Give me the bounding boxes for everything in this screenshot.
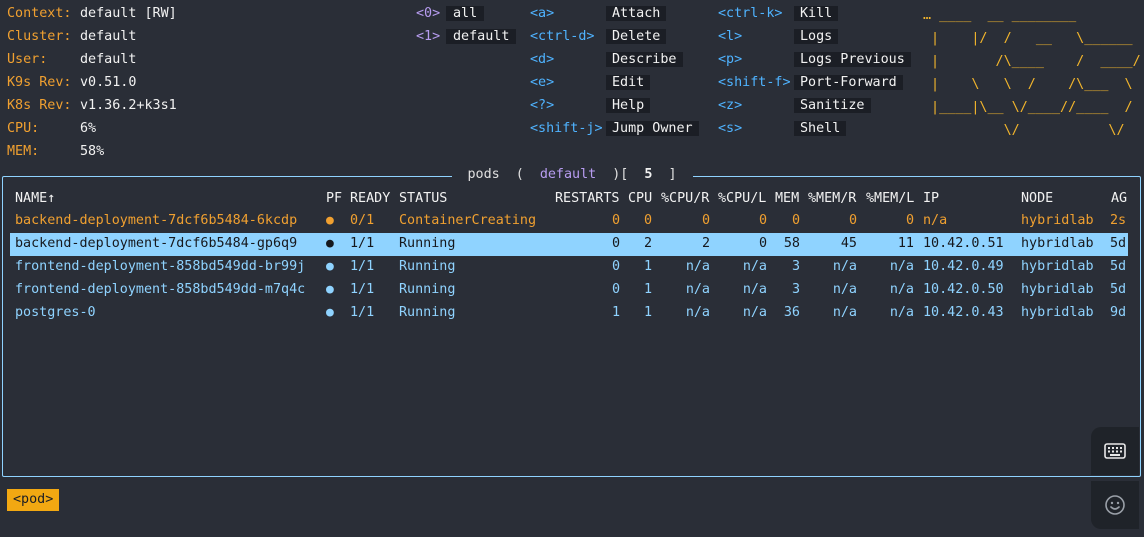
- col-ready[interactable]: READY: [350, 191, 390, 207]
- col-node[interactable]: NODE: [1021, 191, 1053, 207]
- col-pf[interactable]: PF: [326, 191, 342, 207]
- shortcut-kill[interactable]: <ctrl-k> Kill: [718, 4, 839, 24]
- table-row[interactable]: frontend-deployment-858bd549dd-m7q4c ● 1…: [10, 279, 1128, 302]
- shortcut-port-forward[interactable]: <shift-f> Port-Forward: [718, 73, 903, 93]
- smiley-icon: [1105, 495, 1125, 515]
- shortcut-help[interactable]: <?> Help: [530, 96, 651, 116]
- shortcut-logs-previous[interactable]: <p> Logs Previous: [718, 50, 911, 70]
- col-cpu-r[interactable]: %CPU/R: [661, 191, 709, 207]
- bottom-edge: [0, 531, 1144, 537]
- table-row-selected[interactable]: backend-deployment-7dcf6b5484-gp6q9 ● 1/…: [10, 233, 1128, 256]
- col-cpu[interactable]: CPU: [628, 191, 652, 207]
- keyboard-icon: [1104, 443, 1126, 459]
- shortcut-sanitize[interactable]: <z> Sanitize: [718, 96, 871, 116]
- col-cpu-l[interactable]: %CPU/L: [718, 191, 766, 207]
- info-cpu: CPU: 6%: [7, 121, 97, 136]
- shortcut-jump-owner[interactable]: <shift-j> Jump Owner: [530, 119, 699, 139]
- emoji-button[interactable]: [1091, 481, 1139, 529]
- col-restarts[interactable]: RESTARTS: [555, 191, 620, 207]
- shortcut-logs[interactable]: <l> Logs: [718, 27, 839, 47]
- namespace-default[interactable]: <1> default: [416, 27, 517, 47]
- col-age[interactable]: AG: [1111, 191, 1127, 207]
- info-cluster: Cluster: default: [7, 29, 137, 44]
- k9s-logo: … ____ __ ________ | |/ / __ \______ | /…: [923, 8, 1141, 138]
- namespace-all[interactable]: <0> all: [416, 4, 485, 24]
- shortcut-shell[interactable]: <s> Shell: [718, 119, 847, 139]
- col-mem-r[interactable]: %MEM/R: [808, 191, 856, 207]
- col-ip[interactable]: IP: [923, 191, 939, 207]
- col-mem[interactable]: MEM: [775, 191, 799, 207]
- info-k9s-rev: K9s Rev: v0.51.0: [7, 75, 137, 90]
- shortcut-delete[interactable]: <ctrl-d> Delete: [530, 27, 667, 47]
- shortcut-attach[interactable]: <a> Attach: [530, 4, 667, 24]
- shortcut-describe[interactable]: <d> Describe: [530, 50, 683, 70]
- info-context: Context: default [RW]: [7, 6, 177, 21]
- breadcrumb-pod[interactable]: <pod>: [7, 489, 60, 511]
- table-row[interactable]: frontend-deployment-858bd549dd-br99j ● 1…: [10, 256, 1128, 279]
- info-k8s-rev: K8s Rev: v1.36.2+k3s1: [7, 98, 177, 113]
- shortcut-edit[interactable]: <e> Edit: [530, 73, 651, 93]
- col-mem-l[interactable]: %MEM/L: [866, 191, 914, 207]
- keyboard-button[interactable]: [1091, 427, 1139, 475]
- table-row[interactable]: postgres-0 ● 1/1 Running 1 1 n/a n/a 36 …: [10, 302, 1128, 325]
- col-status[interactable]: STATUS: [399, 191, 447, 207]
- table-row[interactable]: backend-deployment-7dcf6b5484-6kcdp ● 0/…: [10, 210, 1128, 233]
- info-mem: MEM: 58%: [7, 144, 105, 159]
- col-name[interactable]: NAME↑: [15, 191, 55, 207]
- info-user: User: default: [7, 52, 137, 67]
- table-title: pods(default)[5]: [0, 166, 1144, 184]
